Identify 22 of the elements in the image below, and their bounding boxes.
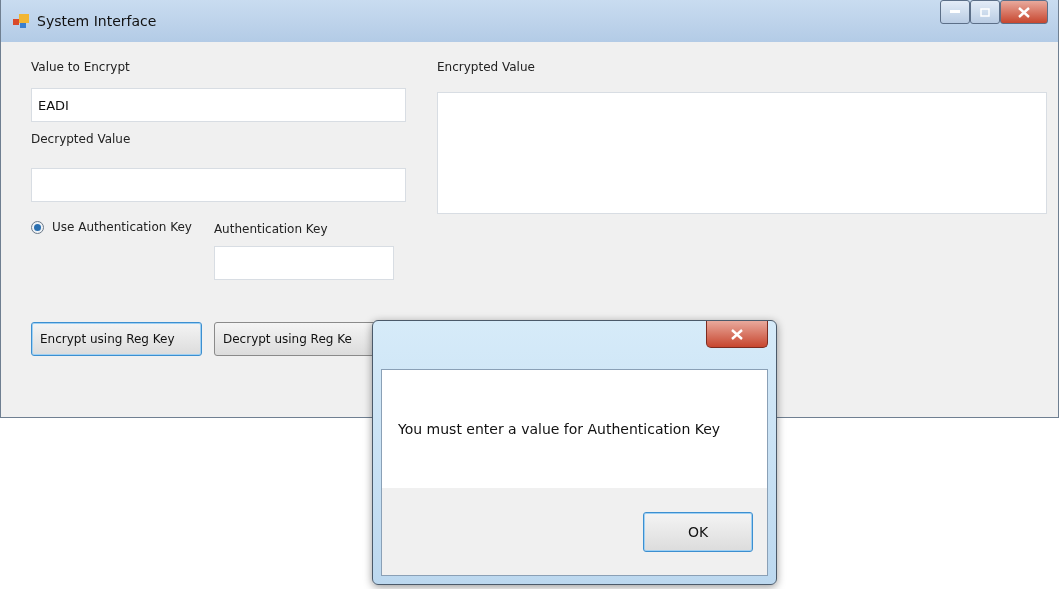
maximize-button[interactable] xyxy=(970,0,1000,24)
field-label: Authentication Key xyxy=(213,222,329,236)
input-field[interactable] xyxy=(31,168,406,202)
field-label: Value to Encrypt xyxy=(31,60,131,74)
minimize-button[interactable] xyxy=(940,0,970,24)
ok-button[interactable]: OK xyxy=(643,511,753,552)
window-title: System Interface xyxy=(37,13,158,29)
close-icon xyxy=(1018,6,1030,18)
close-button[interactable] xyxy=(706,321,768,348)
dialog-message: You must enter a value for Authentication Key xyxy=(398,421,721,437)
input-field[interactable]: EADI xyxy=(31,88,406,122)
close-icon xyxy=(731,328,743,340)
close-button[interactable] xyxy=(1000,0,1048,24)
minimize-icon xyxy=(950,10,960,14)
radio-button[interactable] xyxy=(31,220,44,234)
maximize-icon xyxy=(980,7,990,17)
action-button[interactable]: Encrypt using Reg Key xyxy=(31,322,202,356)
radio-label: Use Authentication Key xyxy=(52,220,192,234)
app-icon xyxy=(13,14,29,28)
input-field[interactable] xyxy=(213,246,394,280)
field-label: Encrypted Value xyxy=(437,60,536,74)
field-label: Decrypted Value xyxy=(31,132,132,146)
